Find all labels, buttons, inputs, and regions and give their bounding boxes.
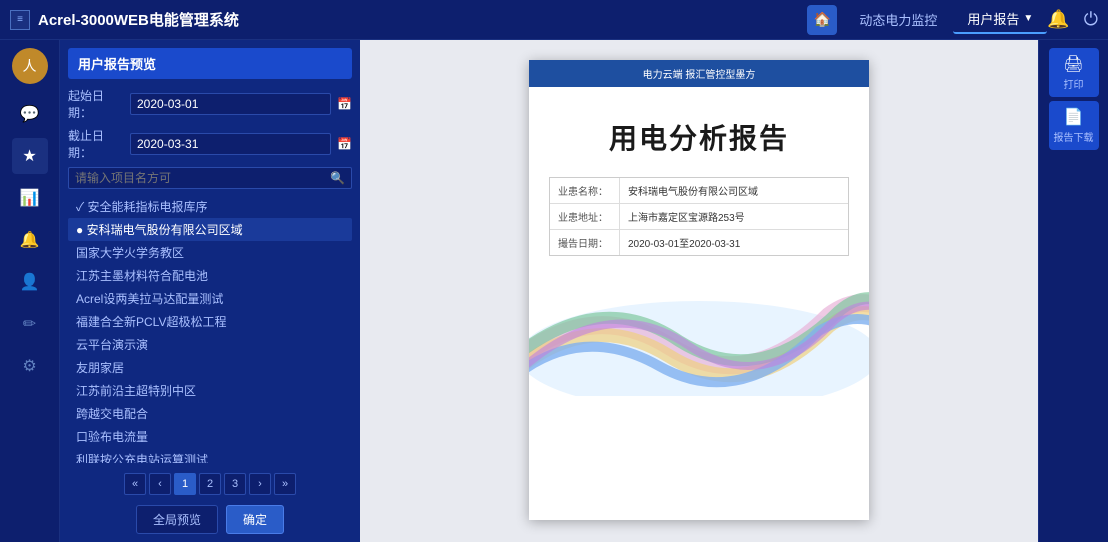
sidebar-icon-user[interactable]: 👤 [12, 264, 48, 300]
nav-dropdown-arrow: ▼ [1023, 13, 1033, 24]
confirm-button[interactable]: 确定 [226, 505, 284, 534]
panel-buttons: 全局预览 确定 [68, 505, 352, 534]
page-next[interactable]: › [249, 473, 271, 495]
page-1[interactable]: 1 [174, 473, 196, 495]
logo-icon: ≡ [10, 10, 30, 30]
print-button[interactable]: 🖨 打印 [1049, 48, 1099, 97]
calendar-icon-start[interactable]: 📅 [337, 97, 352, 111]
doc-info-table: 业患名称：安科瑞电气股份有限公司区域业患地址：上海市嘉定区宝源路253号撮告日期… [549, 177, 849, 256]
page-last[interactable]: » [274, 473, 296, 495]
right-panel: 🖨 打印 📄 报告下载 [1038, 40, 1108, 542]
sidebar-icon-edit[interactable]: ✏ [12, 306, 48, 342]
tree-item[interactable]: 跨越交电配合 [68, 402, 352, 425]
doc-header-bar: 电力云端 报汇管控型墨方 [529, 60, 869, 87]
left-panel: 用户报告预览 起始日期： 📅 截止日期： 📅 🔍 ✓ 安全能耗指标电报库序● 安… [60, 40, 360, 542]
end-date-label: 截止日期： [68, 127, 124, 161]
page-first[interactable]: « [124, 473, 146, 495]
tree-item[interactable]: 江苏主墨材料符合配电池 [68, 264, 352, 287]
doc-info-row: 业患名称：安科瑞电气股份有限公司区域 [550, 178, 848, 204]
nav-monitor[interactable]: 动态电力监控 [845, 6, 951, 33]
end-date-row: 截止日期： 📅 [68, 127, 352, 161]
topbar-right: 🔔 ⏻ [1047, 9, 1098, 30]
page-3[interactable]: 3 [224, 473, 246, 495]
start-date-row: 起始日期： 📅 [68, 87, 352, 121]
start-date-input[interactable] [130, 93, 331, 115]
top-nav: 动态电力监控 用户报告 ▼ [845, 5, 1047, 34]
end-date-input[interactable] [130, 133, 331, 155]
tree-item[interactable]: 江苏前沿主超特别中区 [68, 379, 352, 402]
panel-title: 用户报告预览 [68, 48, 352, 79]
tree-item[interactable]: 友朋家居 [68, 356, 352, 379]
doc-main-title: 用电分析报告 [549, 117, 849, 157]
topbar: ≡ Acrel-3000WEB电能管理系统 🏠 动态电力监控 用户报告 ▼ 🔔 … [0, 0, 1108, 40]
avatar[interactable]: 人 [12, 48, 48, 84]
tree-item[interactable]: 国家大学火学务教区 [68, 241, 352, 264]
download-button[interactable]: 📄 报告下载 [1049, 101, 1099, 150]
tree-list: ✓ 安全能耗指标电报库序● 安科瑞电气股份有限公司区域国家大学火学务教区江苏主墨… [68, 195, 352, 463]
tree-item[interactable]: Acrel设两美拉马达配量测试 [68, 287, 352, 310]
nav-report[interactable]: 用户报告 ▼ [953, 5, 1047, 34]
tree-item[interactable]: ✓ 安全能耗指标电报库序 [68, 195, 352, 218]
tree-item[interactable]: 利联按公充电站运算测试 [68, 448, 352, 463]
doc-info-label: 业患地址： [550, 204, 620, 229]
doc-info-value: 上海市嘉定区宝源路253号 [620, 204, 848, 229]
tree-item[interactable]: ● 安科瑞电气股份有限公司区域 [68, 218, 352, 241]
doc-info-label: 业患名称： [550, 178, 620, 203]
doc-info-label: 撮告日期： [550, 230, 620, 255]
alert-icon[interactable]: 🔔 [1047, 9, 1069, 30]
doc-info-row: 业患地址：上海市嘉定区宝源路253号 [550, 204, 848, 230]
preview-all-button[interactable]: 全局预览 [136, 505, 218, 534]
page-2[interactable]: 2 [199, 473, 221, 495]
doc-title-area: 用电分析报告 [529, 87, 869, 177]
main-content: 人 💬 ★ 📊 🔔 👤 ✏ ⚙ 用户报告预览 起始日期： 📅 截止日期： 📅 🔍… [0, 40, 1108, 542]
home-button[interactable]: 🏠 [807, 5, 837, 35]
search-icon[interactable]: 🔍 [330, 171, 345, 185]
doc-info-row: 撮告日期：2020-03-01至2020-03-31 [550, 230, 848, 255]
search-input[interactable] [75, 171, 330, 185]
sidebar-icon-chart[interactable]: 📊 [12, 180, 48, 216]
power-icon[interactable]: ⏻ [1084, 9, 1098, 30]
calendar-icon-end[interactable]: 📅 [337, 137, 352, 151]
app-logo: ≡ Acrel-3000WEB电能管理系统 [10, 9, 807, 30]
download-label: 报告下载 [1054, 129, 1094, 144]
tree-item[interactable]: 云平台演示演 [68, 333, 352, 356]
print-label: 打印 [1064, 76, 1084, 91]
tree-item[interactable]: 福建合全新PCLV超极松工程 [68, 310, 352, 333]
sidebar: 人 💬 ★ 📊 🔔 👤 ✏ ⚙ [0, 40, 60, 542]
doc-info-value: 安科瑞电气股份有限公司区域 [620, 178, 848, 203]
download-icon: 📄 [1064, 107, 1084, 127]
doc-wave-area [529, 266, 869, 520]
doc-area: 电力云端 报汇管控型墨方 用电分析报告 业患名称：安科瑞电气股份有限公司区域业患… [360, 40, 1038, 542]
search-row: 🔍 [68, 167, 352, 189]
start-date-label: 起始日期： [68, 87, 124, 121]
sidebar-icon-settings[interactable]: ⚙ [12, 348, 48, 384]
doc-page: 电力云端 报汇管控型墨方 用电分析报告 业患名称：安科瑞电气股份有限公司区域业患… [529, 60, 869, 520]
app-title: Acrel-3000WEB电能管理系统 [38, 9, 239, 30]
pagination: « ‹ 1 2 3 › » [68, 469, 352, 499]
sidebar-icon-message[interactable]: 💬 [12, 96, 48, 132]
page-prev[interactable]: ‹ [149, 473, 171, 495]
tree-item[interactable]: 口验布电流量 [68, 425, 352, 448]
print-icon: 🖨 [1063, 54, 1083, 74]
sidebar-icon-star[interactable]: ★ [12, 138, 48, 174]
sidebar-icon-bell[interactable]: 🔔 [12, 222, 48, 258]
doc-info-value: 2020-03-01至2020-03-31 [620, 230, 848, 255]
